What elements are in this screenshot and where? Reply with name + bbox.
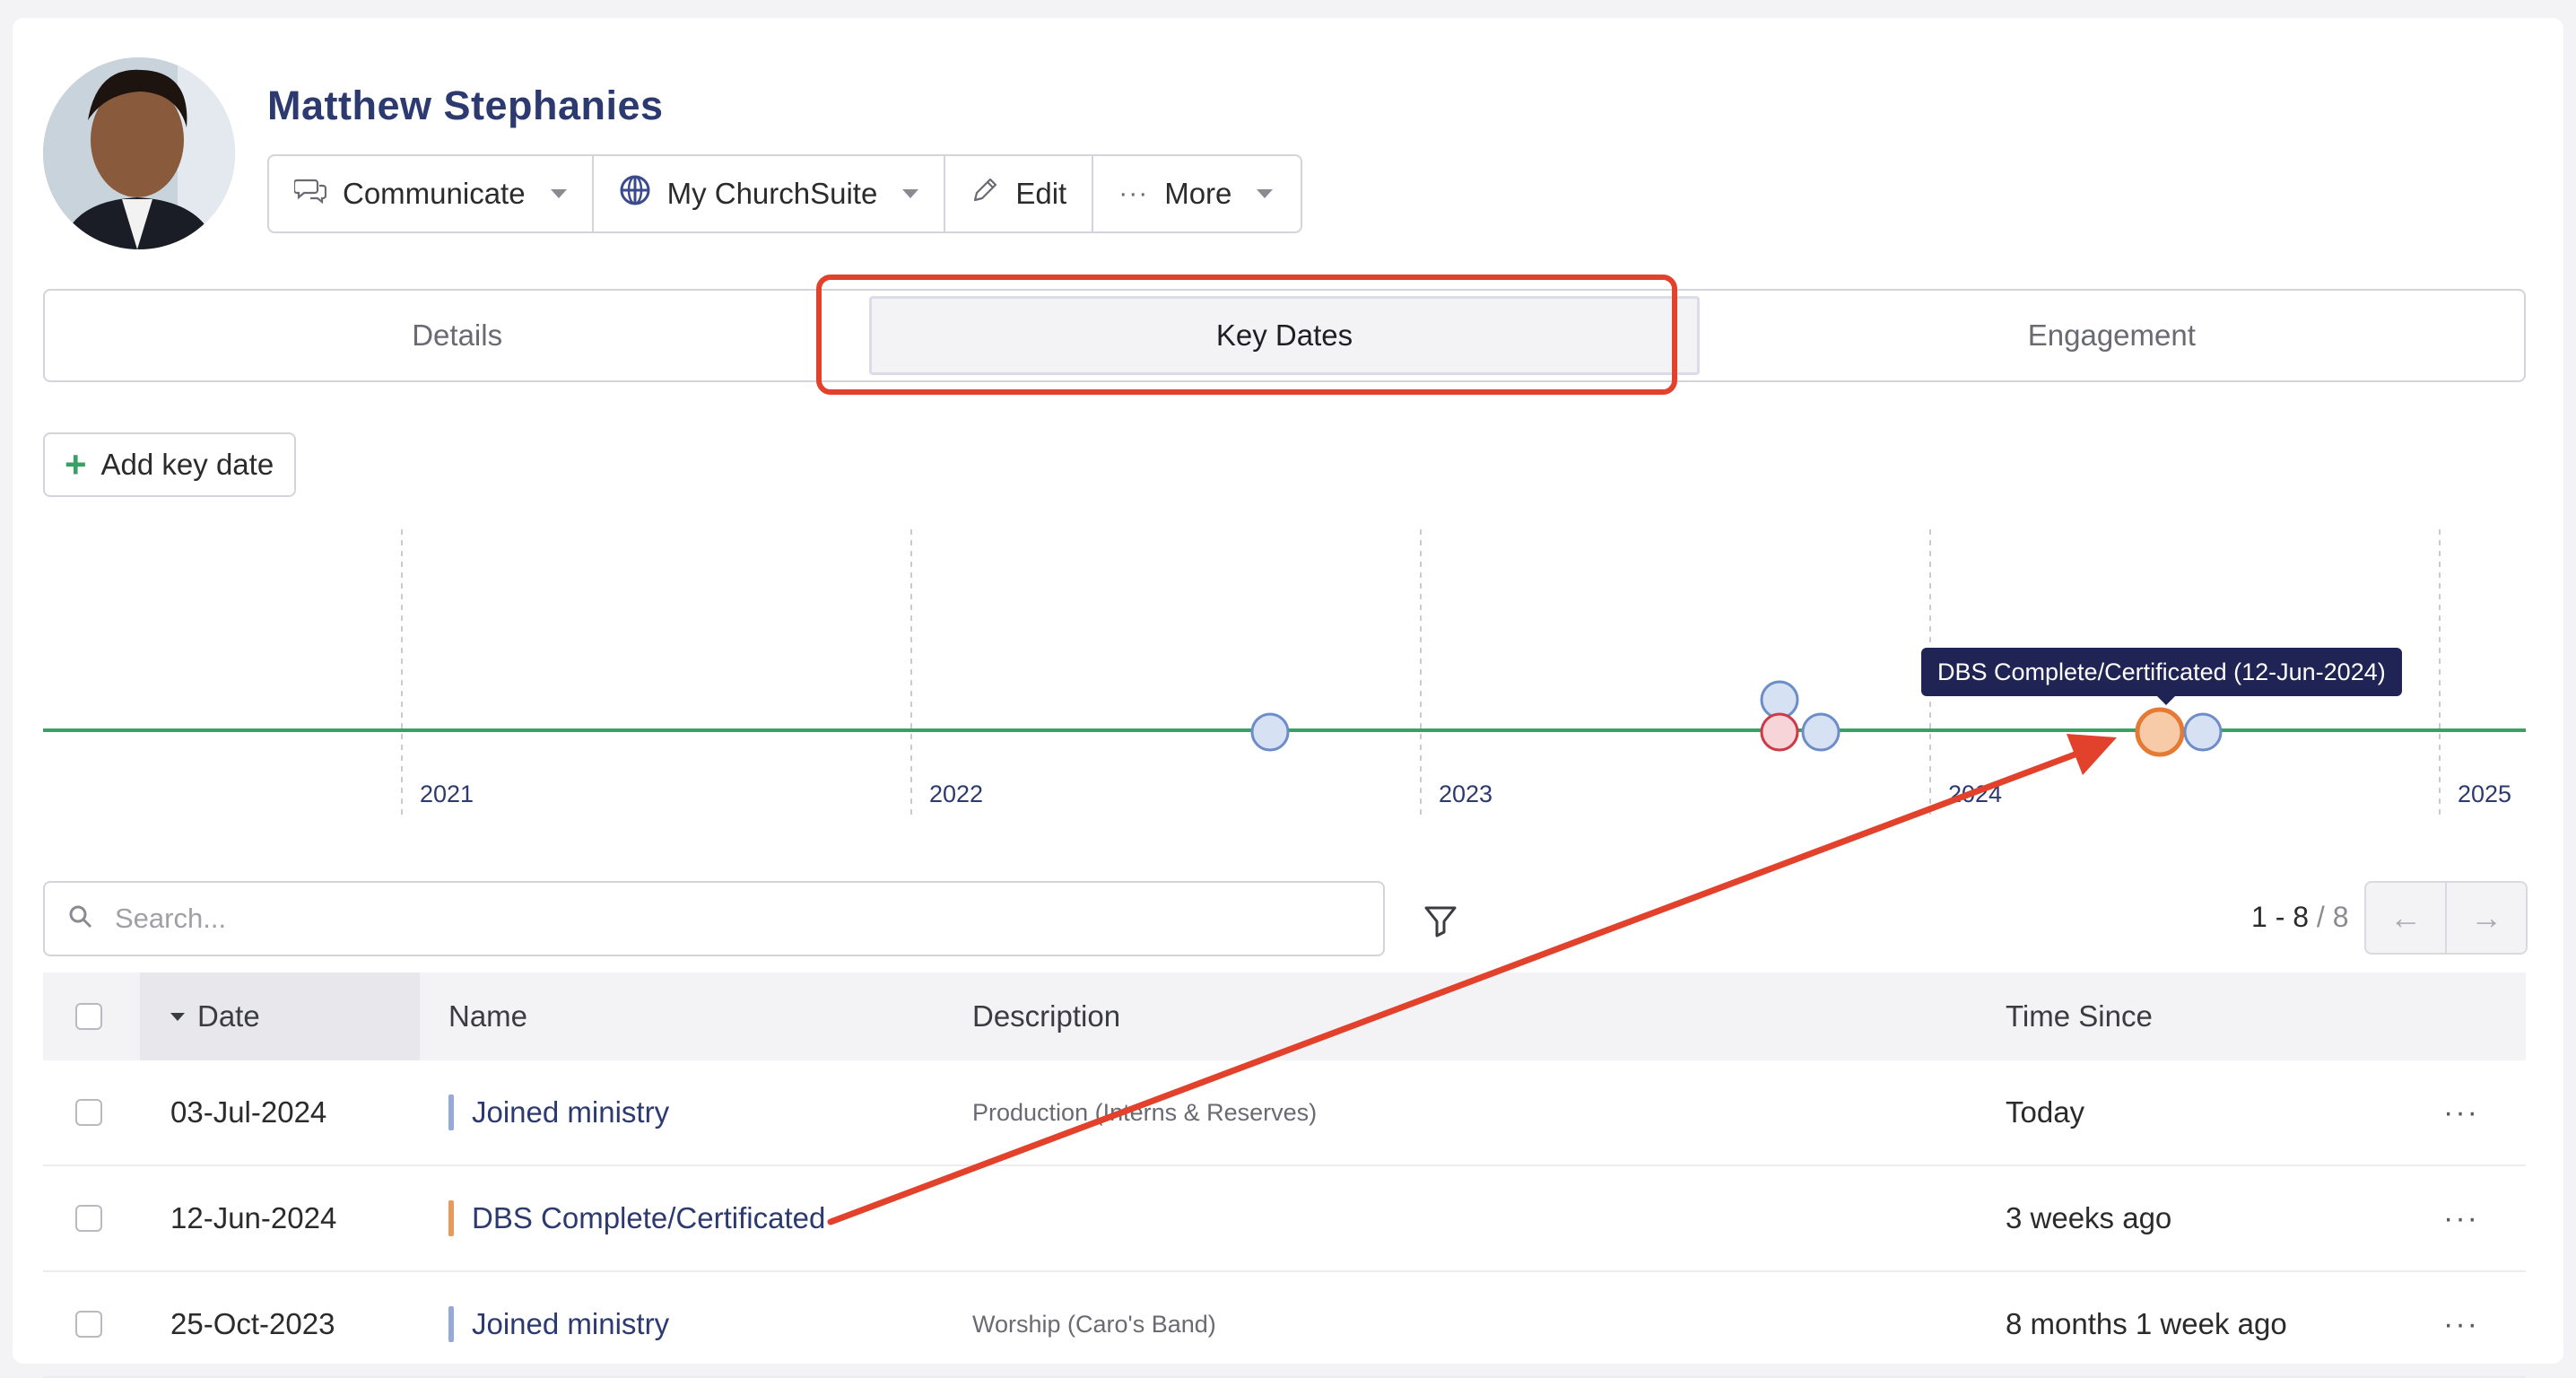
ellipsis-icon: ···: [1118, 179, 1149, 208]
my-churchsuite-button[interactable]: My ChurchSuite: [594, 156, 946, 231]
annotation-highlight-box: [816, 275, 1677, 395]
year-label-2021: 2021: [420, 781, 474, 807]
column-header-description[interactable]: Description: [972, 972, 1120, 1060]
plus-icon: +: [65, 443, 87, 485]
add-key-date-button[interactable]: + Add key date: [43, 432, 296, 497]
row-name-cell: Joined ministry: [448, 1272, 669, 1376]
tab-engagement[interactable]: Engagement: [1700, 291, 2524, 380]
table-row[interactable]: 12-Jun-2024 DBS Complete/Certificated 3 …: [43, 1166, 2526, 1272]
chevron-down-icon: [1257, 189, 1274, 198]
row-checkbox-cell: [75, 1272, 102, 1376]
search-icon: [68, 904, 93, 934]
row-date: 12-Jun-2024: [170, 1201, 337, 1234]
column-header-name[interactable]: Name: [448, 972, 527, 1060]
sort-descending-icon: [170, 1012, 185, 1021]
pagination-controls: ← →: [2364, 881, 2528, 955]
row-checkbox[interactable]: [75, 1311, 102, 1338]
row-actions-ellipsis-icon[interactable]: ···: [2443, 1060, 2479, 1164]
row-name-link[interactable]: DBS Complete/Certificated: [472, 1201, 825, 1235]
row-time-since: Today: [2006, 1095, 2085, 1129]
chevron-down-icon: [902, 189, 919, 198]
previous-page-button[interactable]: ←: [2366, 883, 2447, 953]
table-header: Date Name Description Time Since: [43, 972, 2526, 1060]
profile-actions: Communicate My ChurchSuite Edit ··· More: [267, 154, 1302, 233]
row-name-link[interactable]: Joined ministry: [472, 1095, 669, 1129]
chevron-down-icon: [550, 189, 567, 198]
column-header-date-label: Date: [197, 999, 260, 1033]
row-description: Production (Interns & Reserves): [972, 1098, 1318, 1126]
year-label-2025: 2025: [2458, 781, 2511, 807]
edit-label: Edit: [1015, 177, 1067, 210]
more-button[interactable]: ··· More: [1093, 156, 1298, 231]
communicate-button[interactable]: Communicate: [269, 156, 594, 231]
avatar: [43, 57, 235, 249]
pencil-icon: [970, 176, 999, 212]
row-name-link[interactable]: Joined ministry: [472, 1307, 669, 1341]
row-actions-ellipsis-icon[interactable]: ···: [2443, 1166, 2479, 1270]
row-checkbox-cell: [75, 1060, 102, 1164]
row-time-since: 3 weeks ago: [2006, 1201, 2172, 1234]
tooltip-arrow: [2157, 696, 2175, 705]
select-all-checkbox-cell: [75, 972, 102, 1060]
row-checkbox-cell: [75, 1166, 102, 1270]
year-label-2024: 2024: [1948, 781, 2002, 807]
year-label-2022: 2022: [929, 781, 983, 807]
column-header-date[interactable]: Date: [140, 972, 420, 1060]
row-time-since: 8 months 1 week ago: [2006, 1307, 2287, 1340]
column-header-time-since[interactable]: Time Since: [2006, 972, 2153, 1060]
table-row[interactable]: 03-Jul-2024 Joined ministry Production (…: [43, 1060, 2526, 1166]
timeline-marker[interactable]: [1801, 712, 1841, 752]
row-color-bar: [448, 1095, 454, 1130]
row-name-cell: Joined ministry: [448, 1060, 669, 1164]
row-checkbox[interactable]: [75, 1205, 102, 1232]
add-key-date-label: Add key date: [100, 448, 274, 481]
row-color-bar: [448, 1200, 454, 1236]
table-row[interactable]: 25-Oct-2023 Joined ministry Worship (Car…: [43, 1272, 2526, 1378]
row-date: 25-Oct-2023: [170, 1307, 335, 1340]
pagination-total: / 8: [2316, 901, 2349, 933]
row-name-cell: DBS Complete/Certificated: [448, 1166, 825, 1270]
timeline-marker[interactable]: [1760, 712, 1799, 752]
profile-name: Matthew Stephanies: [267, 83, 664, 128]
arrow-left-icon: ←: [2389, 899, 2422, 936]
my-churchsuite-label: My ChurchSuite: [666, 177, 878, 210]
next-page-button[interactable]: →: [2447, 883, 2526, 953]
filter-icon[interactable]: [1421, 901, 1460, 940]
edit-button[interactable]: Edit: [945, 156, 1094, 231]
year-label-2023: 2023: [1439, 781, 1493, 807]
row-description: Worship (Caro's Band): [972, 1310, 1216, 1338]
communicate-label: Communicate: [343, 177, 526, 210]
timeline-tooltip: DBS Complete/Certificated (12-Jun-2024): [1921, 648, 2402, 696]
select-all-checkbox[interactable]: [75, 1003, 102, 1030]
search-input[interactable]: [113, 902, 1283, 936]
tab-details[interactable]: Details: [45, 291, 869, 380]
chat-bubbles-icon: [292, 177, 327, 211]
row-actions-ellipsis-icon[interactable]: ···: [2443, 1272, 2479, 1376]
row-checkbox[interactable]: [75, 1099, 102, 1126]
timeline-marker[interactable]: [2183, 712, 2223, 752]
search-bar[interactable]: [43, 881, 1385, 956]
timeline-marker[interactable]: [1250, 712, 1290, 752]
row-date: 03-Jul-2024: [170, 1095, 327, 1129]
arrow-right-icon: →: [2470, 899, 2502, 936]
globe-icon: [619, 174, 651, 214]
row-color-bar: [448, 1306, 454, 1342]
pagination-range: 1 - 8: [2251, 901, 2310, 933]
more-label: More: [1164, 177, 1232, 210]
timeline-marker[interactable]: [1760, 680, 1799, 720]
timeline-marker-highlighted[interactable]: [2135, 707, 2185, 757]
pagination-count: 1 - 8 / 8: [2251, 901, 2349, 934]
